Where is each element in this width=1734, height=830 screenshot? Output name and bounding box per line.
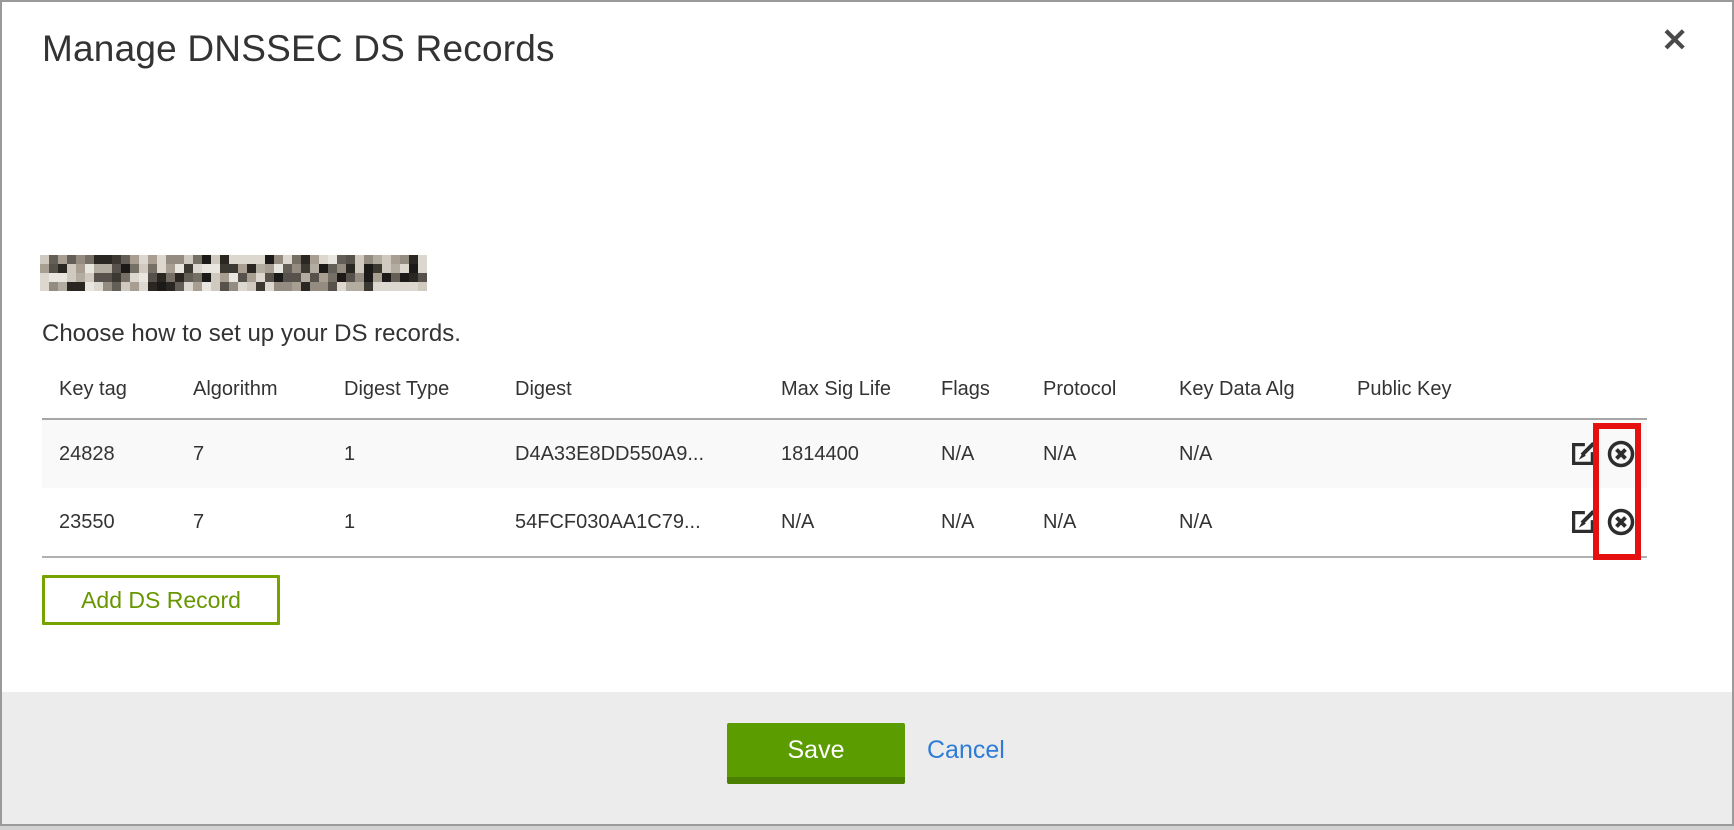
col-header-key-data-alg: Key Data Alg — [1162, 374, 1340, 419]
cell-digest: D4A33E8DD550A9... — [498, 419, 764, 488]
delete-circle-x-icon — [1606, 439, 1636, 469]
cell-algorithm: 7 — [176, 488, 327, 557]
col-header-algorithm: Algorithm — [176, 374, 327, 419]
ds-records-table: Key tag Algorithm Digest Type Digest Max… — [42, 374, 1647, 558]
col-header-digest: Digest — [498, 374, 764, 419]
cell-max-sig-life: N/A — [764, 488, 924, 557]
edit-icon — [1568, 439, 1598, 469]
col-header-actions — [1530, 374, 1647, 419]
instruction-text: Choose how to set up your DS records. — [42, 320, 461, 348]
cancel-link[interactable]: Cancel — [927, 736, 1005, 765]
modal-footer: Save Cancel — [2, 692, 1732, 824]
table-row: 23550 7 1 54FCF030AA1C79... N/A N/A N/A … — [42, 488, 1647, 557]
cell-key-tag: 24828 — [42, 419, 176, 488]
redacted-domain-name — [40, 255, 427, 291]
edit-icon — [1568, 507, 1598, 537]
delete-record-button[interactable] — [1605, 506, 1637, 538]
cell-key-data-alg: N/A — [1162, 419, 1340, 488]
cell-digest: 54FCF030AA1C79... — [498, 488, 764, 557]
delete-circle-x-icon — [1606, 507, 1636, 537]
cell-protocol: N/A — [1026, 488, 1162, 557]
col-header-digest-type: Digest Type — [327, 374, 498, 419]
cell-key-data-alg: N/A — [1162, 488, 1340, 557]
cell-digest-type: 1 — [327, 419, 498, 488]
cell-digest-type: 1 — [327, 488, 498, 557]
modal-title: Manage DNSSEC DS Records — [42, 28, 555, 70]
cell-key-tag: 23550 — [42, 488, 176, 557]
delete-record-button[interactable] — [1605, 438, 1637, 470]
close-icon[interactable]: ✕ — [1657, 20, 1692, 60]
add-ds-record-button[interactable]: Add DS Record — [42, 575, 280, 625]
cell-public-key — [1340, 419, 1530, 488]
cell-algorithm: 7 — [176, 419, 327, 488]
cell-flags: N/A — [924, 488, 1026, 557]
table-row: 24828 7 1 D4A33E8DD550A9... 1814400 N/A … — [42, 419, 1647, 488]
edit-record-button[interactable] — [1567, 438, 1599, 470]
save-button[interactable]: Save — [727, 723, 905, 784]
col-header-key-tag: Key tag — [42, 374, 176, 419]
cell-flags: N/A — [924, 419, 1026, 488]
manage-dnssec-modal: Manage DNSSEC DS Records ✕ Choose how to… — [0, 0, 1734, 826]
col-header-protocol: Protocol — [1026, 374, 1162, 419]
cell-protocol: N/A — [1026, 419, 1162, 488]
cell-max-sig-life: 1814400 — [764, 419, 924, 488]
col-header-public-key: Public Key — [1340, 374, 1530, 419]
table-header-row: Key tag Algorithm Digest Type Digest Max… — [42, 374, 1647, 419]
col-header-flags: Flags — [924, 374, 1026, 419]
cell-public-key — [1340, 488, 1530, 557]
edit-record-button[interactable] — [1567, 506, 1599, 538]
col-header-max-sig-life: Max Sig Life — [764, 374, 924, 419]
